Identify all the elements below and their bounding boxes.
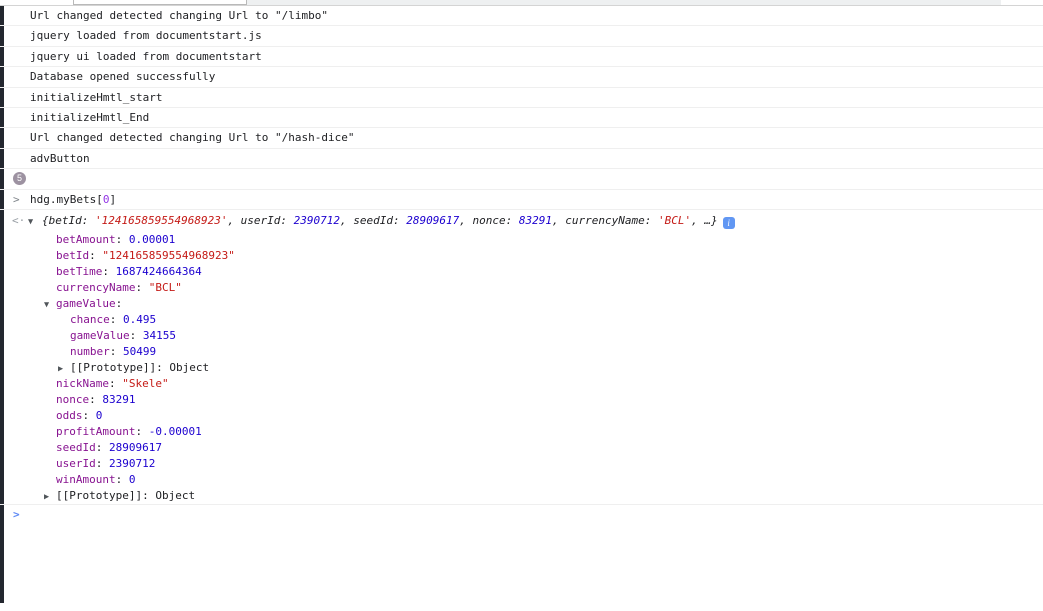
console-output: Url changed detected changing Url to "/l… [0, 6, 1043, 525]
property-expander-icon[interactable]: ▼ [44, 297, 56, 313]
object-property-row: betTime: 1687424664364 [0, 264, 1043, 280]
object-property-row: betId: "124165859554968923" [0, 248, 1043, 264]
object-property-row: seedId: 28909617 [0, 440, 1043, 456]
object-property-row: nickName: "Skele" [0, 376, 1043, 392]
toolbar-strip [247, 0, 1001, 5]
object-property-row: gameValue: 34155 [0, 328, 1043, 344]
object-property-row: nonce: 83291 [0, 392, 1043, 408]
object-property-row: chance: 0.495 [0, 312, 1043, 328]
object-property-row: currencyName: "BCL" [0, 280, 1043, 296]
console-log-message: Url changed detected changing Url to "/l… [0, 6, 1043, 26]
console-command-row: >hdg.myBets[0] [0, 190, 1043, 210]
command-chevron-icon: > [13, 190, 30, 210]
console-log-message: jquery ui loaded from documentstart [0, 47, 1043, 67]
console-log-message: advButton [0, 149, 1043, 169]
devtools-console-panel: Url changed detected changing Url to "/l… [0, 0, 1043, 611]
console-repeat-row: 5 [0, 169, 1043, 189]
prototype-row[interactable]: ▶[[Prototype]]: Object [0, 360, 1043, 376]
object-property-row: winAmount: 0 [0, 472, 1043, 488]
console-log-message: Url changed detected changing Url to "/h… [0, 128, 1043, 148]
object-property-row: number: 50499 [0, 344, 1043, 360]
console-log-message: Database opened successfully [0, 67, 1043, 87]
object-property-row-expandable[interactable]: ▼gameValue: [0, 296, 1043, 312]
command-text: ] [109, 193, 116, 206]
console-log-message: jquery loaded from documentstart.js [0, 26, 1043, 46]
object-property-row: odds: 0 [0, 408, 1043, 424]
repeat-count-badge: 5 [13, 172, 26, 185]
object-property-row: profitAmount: -0.00001 [0, 424, 1043, 440]
prompt-chevron-icon: > [13, 508, 20, 521]
object-expander-icon[interactable]: ▼ [28, 211, 42, 233]
console-log-message: initializeHmtl_End [0, 108, 1043, 128]
object-preview-line: <·▼{betId: '124165859554968923', userId:… [0, 210, 1043, 232]
object-preview-text: {betId: '124165859554968923', userId: 23… [42, 214, 718, 227]
info-icon[interactable]: i [723, 217, 735, 229]
object-property-row: betAmount: 0.00001 [0, 232, 1043, 248]
return-value-icon: <· [12, 210, 28, 232]
command-text: hdg.myBets[ [30, 193, 103, 206]
prototype-row[interactable]: ▶[[Prototype]]: Object [0, 488, 1043, 504]
property-expander-icon[interactable]: ▶ [58, 361, 70, 377]
object-property-row: userId: 2390712 [0, 456, 1043, 472]
console-prompt[interactable]: > [0, 505, 1043, 525]
console-log-message: initializeHmtl_start [0, 88, 1043, 108]
console-result-row: <·▼{betId: '124165859554968923', userId:… [0, 210, 1043, 505]
filter-input[interactable] [73, 0, 247, 5]
property-expander-icon[interactable]: ▶ [44, 489, 56, 505]
